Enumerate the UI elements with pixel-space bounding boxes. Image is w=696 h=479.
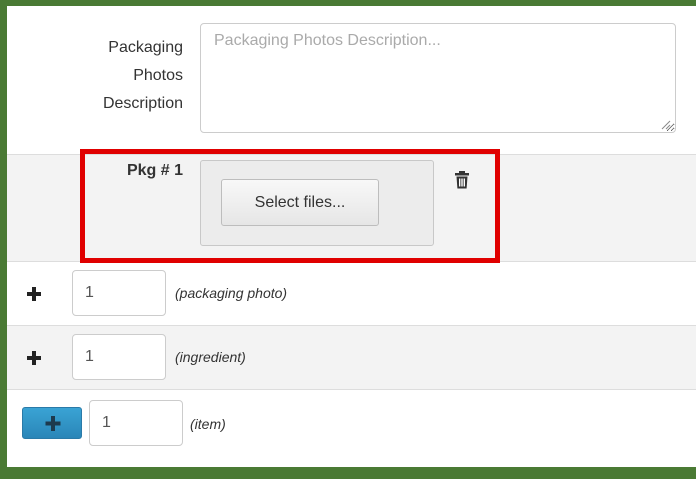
packaging-photo-quantity-input[interactable] bbox=[72, 270, 166, 316]
item-quantity-input[interactable] bbox=[89, 400, 183, 446]
packaging-description-label: Packaging Photos Description bbox=[102, 39, 183, 112]
add-ingredient-button[interactable] bbox=[23, 342, 45, 372]
select-files-button[interactable]: Select files... bbox=[221, 179, 379, 226]
add-item-button[interactable] bbox=[22, 407, 82, 439]
add-ingredient-row: (ingredient) bbox=[7, 326, 696, 390]
add-packaging-photo-button[interactable] bbox=[23, 278, 45, 308]
resize-grip-icon[interactable] bbox=[659, 118, 671, 130]
packaging-photo-hint: (packaging photo) bbox=[175, 285, 288, 301]
plus-icon bbox=[27, 287, 41, 301]
trash-icon[interactable] bbox=[454, 171, 470, 189]
packaging-description-textarea[interactable] bbox=[200, 23, 676, 133]
add-packaging-photo-row: (packaging photo) bbox=[7, 262, 696, 326]
ingredient-quantity-input[interactable] bbox=[72, 334, 166, 380]
form-panel: Packaging Photos Description Pkg # 1 Sel… bbox=[0, 0, 696, 479]
package-label: Pkg # 1 bbox=[126, 162, 183, 179]
plus-icon bbox=[45, 416, 61, 431]
packaging-description-row: Packaging Photos Description bbox=[7, 6, 696, 155]
item-hint: (item) bbox=[190, 416, 226, 432]
file-upload-dropzone[interactable]: Select files... bbox=[200, 160, 434, 246]
plus-icon bbox=[27, 351, 41, 365]
add-item-row: (item) bbox=[7, 390, 696, 460]
ingredient-hint: (ingredient) bbox=[175, 349, 246, 365]
